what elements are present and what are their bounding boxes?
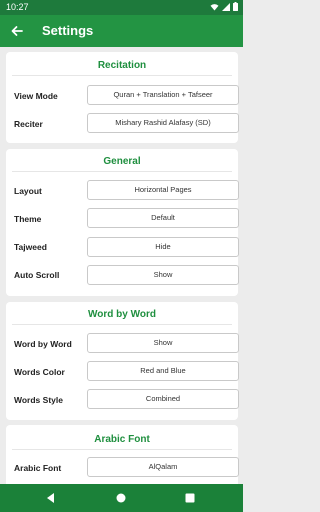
- nav-home-icon[interactable]: [114, 491, 128, 505]
- arabic-font-card: Arabic Font Arabic Font AlQalam: [6, 425, 239, 484]
- back-arrow-icon[interactable]: [9, 23, 25, 39]
- theme-select[interactable]: Default: [87, 208, 239, 228]
- signal-icon: [222, 2, 230, 11]
- word-by-word-select[interactable]: Show: [87, 333, 239, 353]
- tajweed-label: Tajweed: [14, 242, 47, 252]
- theme-label: Theme: [14, 214, 42, 224]
- reciter-label: Reciter: [14, 119, 43, 129]
- view-mode-label: View Mode: [14, 91, 58, 101]
- status-time: 10:27: [6, 2, 29, 12]
- general-card: General Layout Horizontal Pages Theme De…: [6, 149, 239, 296]
- auto-scroll-select[interactable]: Show: [87, 265, 239, 285]
- recitation-card: Recitation View Mode Quran + Translation…: [6, 52, 239, 143]
- divider: [12, 324, 232, 325]
- recitation-title: Recitation: [97, 60, 147, 71]
- nav-recents-icon[interactable]: [183, 491, 197, 505]
- words-style-select[interactable]: Combined: [87, 389, 239, 409]
- status-icons: [210, 2, 238, 11]
- tajweed-select[interactable]: Hide: [87, 237, 239, 257]
- word-by-word-label: Word by Word: [14, 339, 72, 349]
- reciter-select[interactable]: Mishary Rashid Alafasy (SD): [87, 113, 239, 133]
- nav-back-icon[interactable]: [44, 491, 58, 505]
- auto-scroll-label: Auto Scroll: [14, 270, 60, 280]
- divider: [12, 449, 232, 450]
- status-bar: 10:27: [0, 0, 243, 15]
- words-style-label: Words Style: [14, 395, 63, 405]
- settings-list[interactable]: Recitation View Mode Quran + Translation…: [0, 47, 243, 484]
- layout-select[interactable]: Horizontal Pages: [87, 180, 239, 200]
- view-mode-select[interactable]: Quran + Translation + Tafseer: [87, 85, 239, 105]
- arabic-font-title: Arabic Font: [94, 434, 150, 445]
- words-color-label: Words Color: [14, 367, 65, 377]
- general-title: General: [103, 156, 141, 167]
- arabic-font-label: Arabic Font: [14, 463, 62, 473]
- word-by-word-card: Word by Word Word by Word Show Words Col…: [6, 302, 239, 420]
- divider: [12, 75, 232, 76]
- words-color-select[interactable]: Red and Blue: [87, 361, 239, 381]
- word-by-word-title: Word by Word: [88, 309, 156, 320]
- page-title: Settings: [42, 23, 94, 38]
- battery-icon: [233, 2, 238, 11]
- arabic-font-select[interactable]: AlQalam: [87, 457, 239, 477]
- wifi-icon: [210, 3, 219, 10]
- divider: [12, 171, 232, 172]
- navigation-bar: [0, 484, 243, 512]
- layout-label: Layout: [14, 186, 42, 196]
- app-bar: Settings: [0, 15, 243, 47]
